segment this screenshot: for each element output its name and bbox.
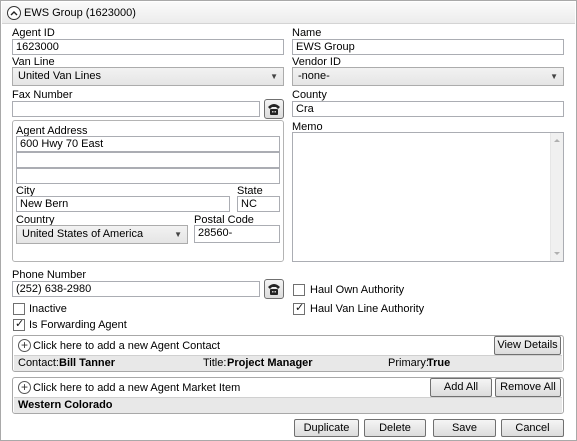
- add-icon[interactable]: +: [18, 339, 31, 352]
- market-item-row[interactable]: Western Colorado: [14, 397, 562, 413]
- haul-own-authority-checkbox[interactable]: [293, 284, 305, 296]
- agent-market-header: + Click here to add a new Agent Market I…: [13, 378, 563, 397]
- scroll-down-icon: [554, 252, 560, 255]
- haul-own-authority-label: Haul Own Authority: [310, 284, 405, 296]
- scroll-up-icon: [554, 139, 560, 142]
- view-details-button[interactable]: View Details: [494, 336, 561, 355]
- vendor-id-value: -none-: [298, 70, 330, 82]
- name-label: Name: [292, 27, 322, 39]
- contact-row[interactable]: Contact: Bill Tanner Title: Project Mana…: [14, 355, 562, 371]
- state-field[interactable]: NC: [237, 196, 280, 212]
- city-field[interactable]: New Bern: [16, 196, 230, 212]
- fax-field[interactable]: [12, 101, 260, 117]
- country-value: United States of America: [22, 228, 144, 240]
- contact-name: Bill Tanner: [59, 357, 116, 369]
- market-item-name: Western Colorado: [18, 399, 113, 411]
- group-header: EWS Group (1623000): [2, 2, 575, 24]
- agent-id-label: Agent ID: [12, 27, 55, 39]
- address-line-2[interactable]: [16, 152, 280, 168]
- agent-id-field[interactable]: 1623000: [12, 39, 284, 55]
- vendor-id-dropdown[interactable]: -none- ▼: [292, 67, 564, 86]
- address-line-3[interactable]: [16, 168, 280, 184]
- phone-label: Phone Number: [12, 269, 86, 281]
- forwarding-agent-label: Is Forwarding Agent: [29, 319, 127, 331]
- cancel-button[interactable]: Cancel: [501, 419, 564, 437]
- phone-field[interactable]: (252) 638-2980: [12, 281, 260, 297]
- county-label: County: [292, 89, 327, 101]
- phone-dial-button[interactable]: [264, 279, 284, 299]
- group-title: EWS Group (1623000): [24, 7, 136, 19]
- chevron-up-icon: [10, 11, 18, 16]
- duplicate-button[interactable]: Duplicate: [294, 419, 359, 437]
- primary-value: True: [427, 357, 451, 369]
- contact-label: Contact:: [18, 357, 59, 369]
- inactive-label: Inactive: [29, 303, 67, 315]
- add-icon[interactable]: +: [18, 381, 31, 394]
- name-field[interactable]: EWS Group: [292, 39, 564, 55]
- checkmark-icon: ✓: [295, 302, 305, 314]
- memo-field[interactable]: [292, 132, 564, 262]
- title-label: Title:: [203, 357, 227, 369]
- address-line-1[interactable]: 600 Hwy 70 East: [16, 136, 280, 152]
- chevron-down-icon: ▼: [270, 72, 278, 81]
- agent-market-panel: + Click here to add a new Agent Market I…: [12, 377, 564, 414]
- haul-van-line-authority-checkbox[interactable]: ✓: [293, 302, 305, 315]
- fax-label: Fax Number: [12, 89, 73, 101]
- haul-van-line-authority-label: Haul Van Line Authority: [310, 303, 425, 315]
- remove-all-button[interactable]: Remove All: [495, 378, 561, 397]
- title-value: Project Manager: [227, 357, 313, 369]
- add-agent-market-link[interactable]: Click here to add a new Agent Market Ite…: [33, 382, 240, 394]
- van-line-value: United Van Lines: [18, 70, 101, 82]
- chevron-down-icon: ▼: [550, 72, 558, 81]
- inactive-checkbox[interactable]: [13, 303, 25, 315]
- add-agent-contact-link[interactable]: Click here to add a new Agent Contact: [33, 340, 220, 352]
- checkmark-icon: ✓: [15, 318, 25, 330]
- delete-button[interactable]: Delete: [364, 419, 426, 437]
- country-dropdown[interactable]: United States of America ▼: [16, 225, 188, 244]
- van-line-dropdown[interactable]: United Van Lines ▼: [12, 67, 284, 86]
- save-button[interactable]: Save: [433, 419, 496, 437]
- agent-contact-header: + Click here to add a new Agent Contact …: [13, 336, 563, 355]
- fax-dial-button[interactable]: [264, 99, 284, 119]
- chevron-down-icon: ▼: [174, 230, 182, 239]
- postal-code-field[interactable]: 28560-: [194, 225, 280, 243]
- agent-window: EWS Group (1623000) Agent ID 1623000 Van…: [0, 0, 577, 441]
- phone-icon: [268, 284, 280, 295]
- memo-scrollbar[interactable]: [550, 133, 563, 261]
- agent-contact-panel: + Click here to add a new Agent Contact …: [12, 335, 564, 372]
- primary-label: Primary:: [388, 357, 429, 369]
- collapse-button[interactable]: [7, 6, 21, 20]
- phone-icon: [268, 104, 280, 115]
- county-field[interactable]: Cra: [292, 101, 564, 117]
- forwarding-agent-checkbox[interactable]: ✓: [13, 318, 25, 331]
- add-all-button[interactable]: Add All: [430, 378, 492, 397]
